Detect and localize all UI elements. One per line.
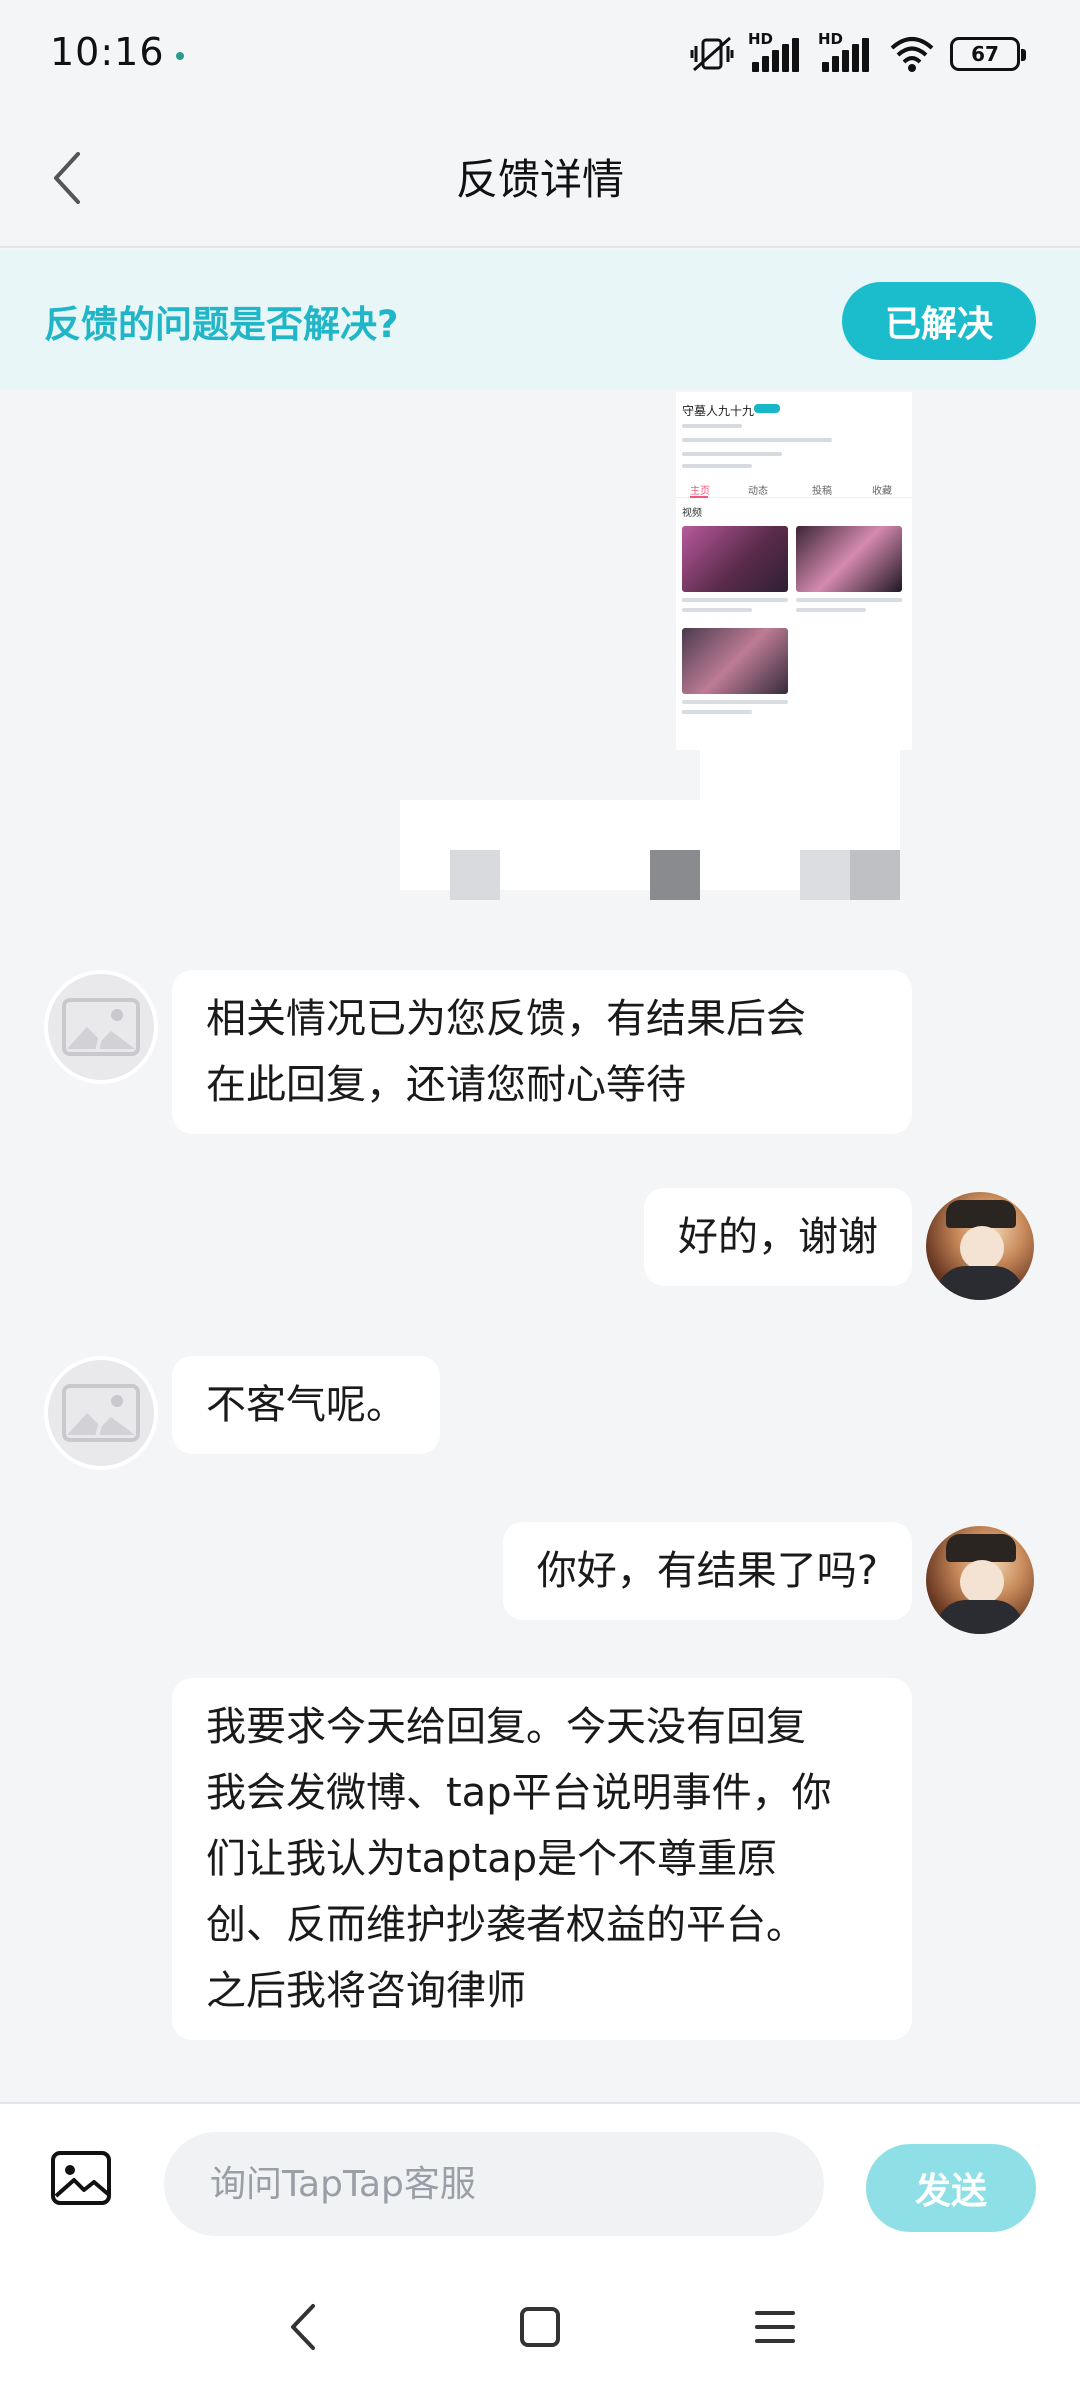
chat-messages[interactable]: 守墓人九十九 主页 动态 投稿 收藏 视频 相关情况已为您反馈，有结果后会 在此…: [0, 390, 1080, 2102]
battery-icon: 67: [950, 37, 1026, 71]
wifi-icon: [890, 37, 934, 72]
message-bubble: 不客气呢。: [172, 1356, 440, 1454]
user-avatar: [926, 1192, 1034, 1300]
support-avatar: [44, 970, 158, 1084]
feedback-detail-screen: 10:16 HD HD 67 反馈详情 反馈的问题是否解决? 已解决 守墓人九十…: [0, 0, 1080, 2400]
resolved-button[interactable]: 已解决: [842, 282, 1036, 360]
input-bar: 发送: [0, 2102, 1080, 2250]
menu-icon: [755, 2311, 795, 2343]
screenshot-profile-name: 守墓人九十九: [682, 404, 755, 418]
screenshot-tab: 投稿: [812, 486, 832, 497]
navigation-bar: [0, 2250, 1080, 2400]
status-bar: 10:16 HD HD 67: [0, 0, 1080, 108]
video-thumbnail: [796, 526, 902, 592]
resolve-question: 反馈的问题是否解决?: [44, 303, 399, 346]
attached-screenshot[interactable]: 守墓人九十九 主页 动态 投稿 收藏 视频: [676, 392, 912, 750]
image-icon: [51, 2151, 111, 2205]
video-thumbnail: [682, 526, 788, 592]
page-title: 反馈详情: [455, 155, 624, 204]
image-button[interactable]: [50, 2150, 112, 2206]
message-input[interactable]: [164, 2132, 824, 2236]
signal-icon: HD: [748, 30, 804, 74]
message-bubble: 相关情况已为您反馈，有结果后会 在此回复，还请您耐心等待: [172, 970, 912, 1134]
status-time: 10:16: [50, 30, 165, 74]
top-bar: 反馈详情: [0, 108, 1080, 248]
nav-back-button[interactable]: [268, 2292, 338, 2362]
blur-pixel: [450, 850, 500, 900]
message-bubble: 你好，有结果了吗?: [502, 1522, 912, 1620]
back-icon: [291, 2304, 315, 2350]
video-thumbnail: [682, 628, 788, 694]
notification-dot: [176, 52, 184, 60]
message-bubble: 好的，谢谢: [644, 1188, 912, 1286]
blur-pixel: [650, 850, 700, 900]
screenshot-badge: [754, 404, 780, 413]
screenshot-section-title: 视频: [682, 508, 702, 519]
screenshot-tab: 主页: [690, 486, 710, 497]
nav-home-button[interactable]: [505, 2292, 575, 2362]
blur-pixel: [850, 850, 900, 900]
resolve-banner: 反馈的问题是否解决? 已解决: [0, 250, 1080, 390]
signal-icon: HD: [818, 30, 874, 74]
message-bubble: 我要求今天给回复。今天没有回复 我会发微博、tap平台说明事件，你 们让我认为t…: [172, 1678, 912, 2040]
broken-image-icon: [62, 1384, 140, 1442]
status-icons: HD HD 67: [690, 30, 1026, 74]
screenshot-tabs: 主页 动态 投稿 收藏: [676, 478, 912, 498]
screenshot-tab: 收藏: [872, 486, 892, 497]
screenshot-tab: 动态: [748, 486, 768, 497]
blur-pixel: [800, 850, 850, 900]
user-avatar: [926, 1526, 1034, 1634]
mute-vibrate-icon: [690, 36, 734, 72]
nav-menu-button[interactable]: [740, 2292, 810, 2362]
support-avatar: [44, 1356, 158, 1470]
home-icon: [520, 2307, 560, 2347]
broken-image-icon: [62, 998, 140, 1056]
send-button[interactable]: 发送: [866, 2144, 1036, 2232]
